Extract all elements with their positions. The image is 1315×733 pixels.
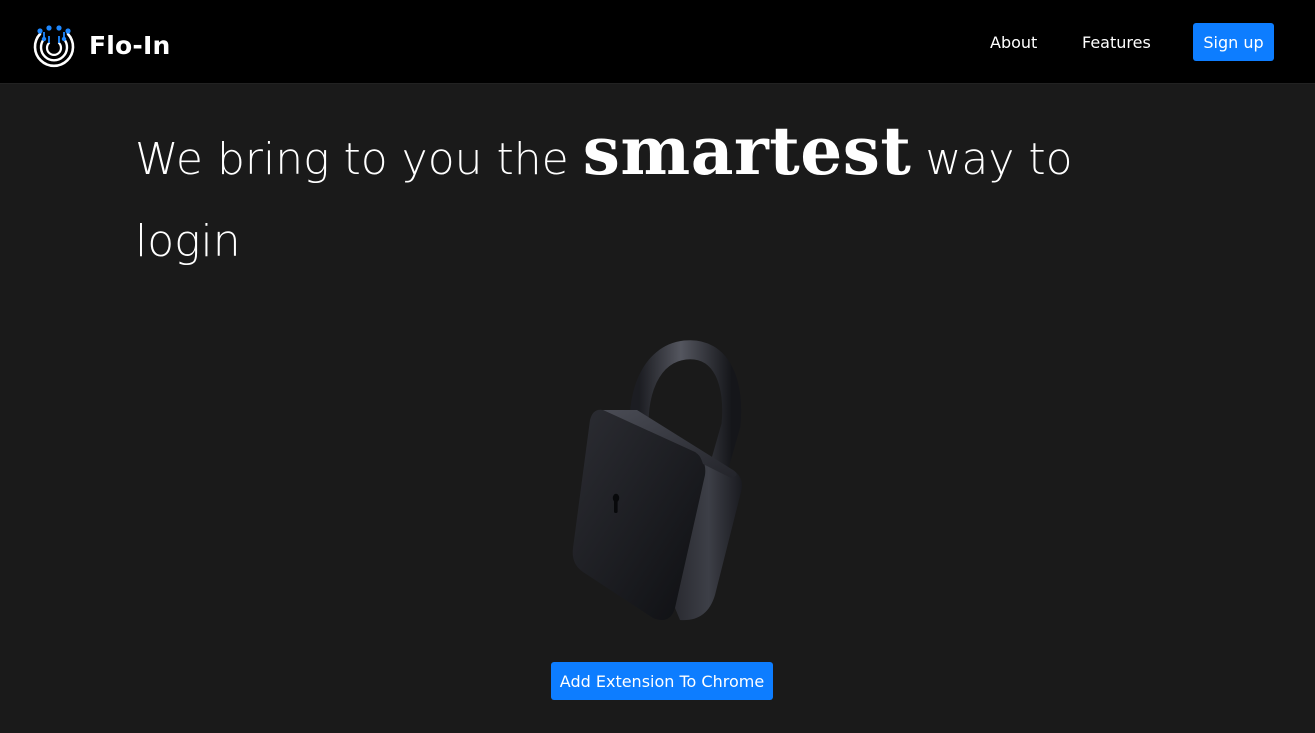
brand-link[interactable]: Flo-In: [31, 22, 171, 68]
headline-emphasis: smartest: [582, 112, 912, 190]
navbar: Flo-In About Features Sign up: [0, 0, 1315, 84]
hero-headline: We bring to you the smartest way to logi…: [135, 110, 1135, 283]
add-extension-button[interactable]: Add Extension To Chrome: [551, 662, 773, 700]
brand-name: Flo-In: [89, 30, 171, 60]
headline-lead: We bring to you the: [135, 134, 569, 185]
nav-link-about[interactable]: About: [990, 33, 1037, 52]
signup-button[interactable]: Sign up: [1193, 23, 1274, 61]
nav-link-features[interactable]: Features: [1082, 33, 1151, 52]
fingerprint-circle-icon: [33, 25, 75, 68]
padlock-icon: [572, 340, 742, 621]
